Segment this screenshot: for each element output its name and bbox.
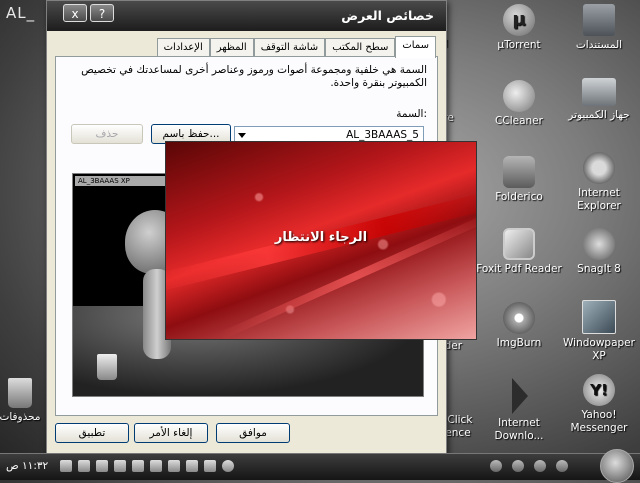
desktop-icon-label: Foxit Pdf Reader	[476, 263, 562, 275]
preview-window-title: AL_3BAAAS XP	[75, 176, 168, 186]
help-icon: ?	[98, 7, 106, 21]
desktop-icon-label: Windowpaper XP	[563, 337, 635, 362]
close-icon: x	[71, 7, 79, 21]
theme-select-value: AL_3BAAAS_5	[346, 129, 419, 141]
desktop-icon-label: µTorrent	[497, 39, 541, 51]
ok-button[interactable]: موافق	[216, 423, 290, 443]
close-button[interactable]: x	[63, 4, 87, 22]
tab-screensaver[interactable]: شاشة التوقف	[253, 38, 326, 57]
dialog-title: خصائص العرض	[341, 8, 434, 23]
tab-strip: سمات سطح المكتب شاشة التوقف المظهر الإعد…	[156, 36, 436, 58]
tray-window-icon[interactable]	[96, 460, 108, 472]
tray-flag-icon[interactable]	[150, 460, 162, 472]
desktop-icon-windowpaper[interactable]: Windowpaper XP	[556, 300, 640, 363]
tray-tool-icon[interactable]	[60, 460, 72, 472]
desktop-corner-text: AL_	[6, 4, 36, 22]
preview-recycle-bin-icon	[97, 354, 117, 380]
desktop-icon-internet-explorer[interactable]: Internet Explorer	[556, 152, 640, 213]
ie-icon	[583, 152, 615, 184]
windowpaper-icon	[582, 300, 616, 334]
utorrent-icon: µ	[503, 4, 535, 36]
recycle-bin-icon	[8, 378, 32, 408]
desktop-icon-yahoo[interactable]: Y! Yahoo! Messenger	[556, 374, 640, 435]
clock[interactable]: ١١:٣٢ ص	[6, 460, 48, 472]
desktop-icon-label: المستندات	[575, 39, 623, 51]
foxit-icon	[503, 228, 535, 260]
theme-description: السمة هي خلفية ومجموعة أصوات ورموز وعناص…	[81, 64, 427, 89]
folder-icon	[583, 4, 615, 36]
snagit-icon	[583, 228, 615, 260]
desktop-icon-utorrent[interactable]: µ µTorrent	[476, 4, 562, 52]
quicklaunch-media-icon[interactable]	[512, 460, 524, 472]
tray-app-icon[interactable]	[78, 460, 90, 472]
desktop-icon-documents[interactable]: المستندات	[556, 4, 640, 52]
folderico-icon	[503, 156, 535, 188]
desktop-icon-label: Folderico	[495, 191, 543, 203]
quicklaunch-arrow-icon[interactable]	[490, 460, 502, 472]
desktop-icon-foxit[interactable]: Foxit Pdf Reader	[476, 228, 562, 276]
cancel-button[interactable]: إلغاء الأمر	[134, 423, 208, 443]
tray-keyboard-icon[interactable]	[186, 460, 198, 472]
tray-monitor-icon[interactable]	[132, 460, 144, 472]
desktop-icon-my-computer[interactable]: جهاز الكمبيوتر	[556, 78, 640, 122]
taskbar: ١١:٣٢ ص	[0, 449, 640, 483]
system-tray: ١١:٣٢ ص	[0, 454, 240, 480]
theme-label: السمة:	[396, 108, 427, 120]
ccleaner-icon	[503, 80, 535, 112]
desktop-icon-imgburn[interactable]: ImgBurn	[476, 302, 562, 350]
desktop-icon-ccleaner[interactable]: CCleaner	[476, 80, 562, 128]
desktop-icon-label: Internet Explorer	[577, 187, 621, 212]
tray-refresh-icon[interactable]	[222, 460, 234, 472]
desktop-icon-label: Yahoo! Messenger	[570, 409, 628, 434]
speaker-icon[interactable]	[204, 460, 216, 472]
tab-themes[interactable]: سمات	[395, 36, 436, 58]
chevron-down-icon[interactable]	[238, 133, 246, 138]
start-button[interactable]	[600, 449, 634, 483]
download-icon	[512, 378, 528, 414]
delete-button[interactable]: حذف	[71, 124, 143, 144]
desktop-icon-internet-download[interactable]: Internet Downlo...	[476, 378, 562, 443]
desktop-icon-label: CCleaner	[495, 115, 543, 127]
quicklaunch-browser-icon[interactable]	[556, 460, 568, 472]
desktop-icon-folderico[interactable]: Folderico	[476, 156, 562, 204]
yahoo-icon: Y!	[583, 374, 615, 406]
desktop-icon-snagit[interactable]: SnagIt 8	[556, 228, 640, 276]
tab-desktop[interactable]: سطح المكتب	[325, 38, 396, 57]
desktop-icon-label: Internet Downlo...	[494, 417, 544, 442]
desktop-icon-label: جهاز الكمبيوتر	[568, 109, 630, 121]
computer-icon	[582, 78, 616, 106]
desktop-icon-label: ImgBurn	[496, 337, 542, 349]
dialog-titlebar[interactable]: x ? خصائص العرض	[47, 1, 446, 31]
tray-network-icon[interactable]	[114, 460, 126, 472]
tab-settings[interactable]: الإعدادات	[156, 38, 210, 57]
help-button[interactable]: ?	[90, 4, 114, 22]
tab-appearance[interactable]: المظهر	[209, 38, 254, 57]
imgburn-icon	[503, 302, 535, 334]
tray-settings-icon[interactable]	[168, 460, 180, 472]
desktop-icon-label: SnagIt 8	[577, 263, 621, 275]
please-wait-message: الرجاء الانتظار	[274, 230, 368, 245]
quicklaunch-app-icon[interactable]	[534, 460, 546, 472]
loading-splash: الرجاء الانتظار	[165, 141, 477, 340]
apply-button[interactable]: تطبيق	[55, 423, 129, 443]
